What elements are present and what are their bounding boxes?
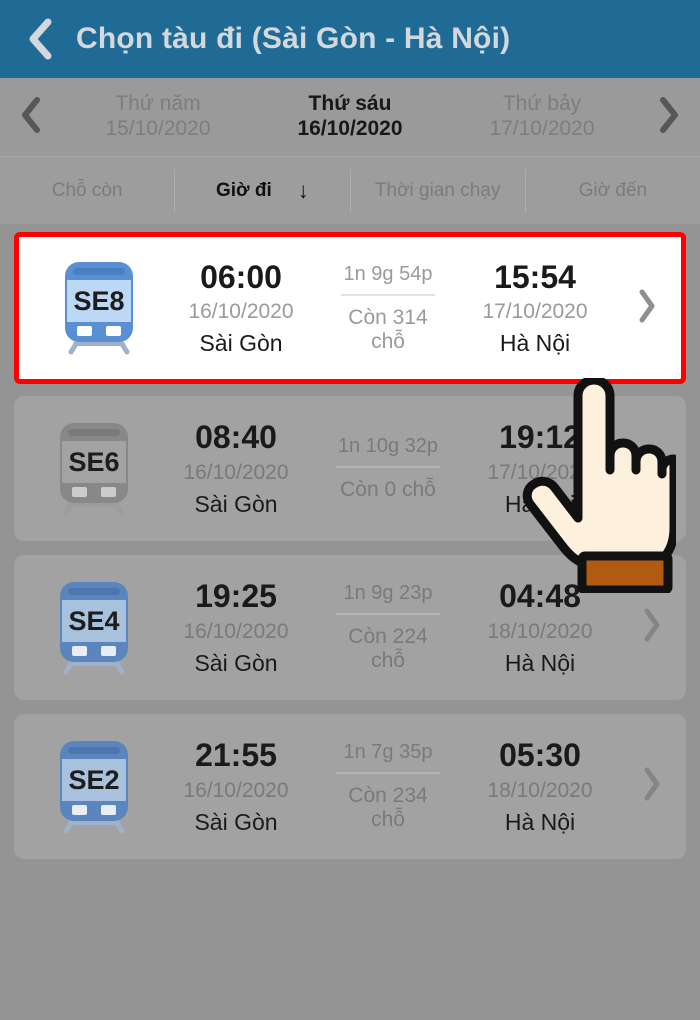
train-selection-screen: Chọn tàu đi (Sài Gòn - Hà Nội) Thứ năm 1… [0,0,700,1020]
arrival-info: 19:12 17/10/2020 Hà Nội [450,419,630,517]
chevron-right-icon [642,449,662,488]
sort-option-seats-available[interactable]: Chỗ còn [0,168,176,213]
departure-info: 08:40 16/10/2020 Sài Gòn [146,419,326,517]
train-icon: SE8 [47,253,151,363]
date-cell-dayname: Thứ bảy [502,92,582,116]
date-cell-next[interactable]: Thứ bảy 17/10/2020 [446,92,638,142]
sort-option-label: Chỗ còn [51,179,123,201]
journey-info: 1n 9g 23p Còn 224 chỗ [326,582,450,673]
departure-date: 16/10/2020 [183,778,289,802]
train-icon: SE4 [42,573,146,683]
train-card-se8[interactable]: SE8 06:00 16/10/2020 Sài Gòn 1n 9g 54p C… [14,232,686,384]
date-cell-selected[interactable]: Thứ sáu 16/10/2020 [254,92,446,142]
back-button[interactable] [20,17,60,61]
departure-time: 06:00 [200,258,282,295]
train-card-open-button[interactable] [630,608,674,647]
arrival-time: 15:54 [494,258,576,295]
train-card-se2[interactable]: SE2 21:55 16/10/2020 Sài Gòn 1n 7g 35p C… [14,714,686,859]
arrival-info: 05:30 18/10/2020 Hà Nội [450,737,630,835]
date-navigator: Thứ năm 15/10/2020 Thứ sáu 16/10/2020 Th… [0,78,700,156]
journey-info: 1n 7g 35p Còn 234 chỗ [326,741,450,832]
arrival-date: 17/10/2020 [487,460,593,484]
train-code-label: SE6 [68,447,119,477]
date-cell-date: 16/10/2020 [297,117,403,140]
seats-available: Còn 224 chỗ [348,625,428,672]
arrival-station: Hà Nội [504,649,576,676]
app-header: Chọn tàu đi (Sài Gòn - Hà Nội) [0,0,700,78]
departure-info: 21:55 16/10/2020 Sài Gòn [146,737,326,835]
chevron-right-icon [637,289,657,328]
sort-option-label: Giờ đến [578,179,648,201]
train-card-open-button[interactable] [625,289,669,328]
departure-station: Sài Gòn [199,330,283,357]
departure-station: Sài Gòn [194,808,278,835]
sort-direction-down-icon: ↓ [297,177,309,203]
departure-station: Sài Gòn [194,649,278,676]
date-cell-date: 17/10/2020 [489,117,595,140]
chevron-right-icon [642,608,662,647]
arrival-station: Hà Nội [499,330,571,357]
seats-available: Còn 314 chỗ [348,305,428,353]
sort-option-arrival-time[interactable]: Giờ đến [526,169,700,213]
arrival-time: 05:30 [499,737,581,774]
departure-date: 16/10/2020 [183,460,289,484]
chevron-left-icon [27,18,53,60]
divider [336,613,440,615]
sort-bar: Chỗ còn Giờ đi ↓ Thời gian chạy Giờ đến [0,156,700,224]
seats-available: Còn 234 chỗ [348,784,428,831]
arrival-date: 18/10/2020 [487,619,593,643]
sort-option-departure-time[interactable]: Giờ đi ↓ [175,168,351,213]
departure-date: 16/10/2020 [188,300,294,324]
journey-info: 1n 9g 54p Còn 314 chỗ [331,263,445,354]
journey-duration: 1n 9g 23p [343,582,433,604]
chevron-left-icon [20,96,42,138]
date-cell-dayname: Thứ sáu [308,92,392,116]
train-icon: SE6 [42,414,146,524]
previous-day-button[interactable] [0,78,62,156]
train-card-open-button[interactable] [630,767,674,806]
journey-duration: 1n 10g 32p [337,435,439,457]
date-cell-previous[interactable]: Thứ năm 15/10/2020 [62,92,254,142]
page-title: Chọn tàu đi (Sài Gòn - Hà Nội) [76,22,511,55]
departure-info: 19:25 16/10/2020 Sài Gòn [146,578,326,676]
arrival-station: Hà Nội [504,490,576,517]
arrival-info: 15:54 17/10/2020 Hà Nội [445,259,625,357]
arrival-time: 04:48 [499,578,581,615]
journey-info: 1n 10g 32p Còn 0 chỗ [326,435,450,502]
arrival-date: 18/10/2020 [487,778,593,802]
divider [341,293,435,296]
journey-duration: 1n 7g 35p [343,741,433,763]
train-icon: SE2 [42,732,146,842]
train-card-se4[interactable]: SE4 19:25 16/10/2020 Sài Gòn 1n 9g 23p C… [14,555,686,700]
departure-station: Sài Gòn [194,490,278,517]
journey-duration: 1n 9g 54p [343,262,433,285]
chevron-right-icon [658,96,680,138]
departure-info: 06:00 16/10/2020 Sài Gòn [151,259,331,357]
next-day-button[interactable] [638,78,700,156]
departure-date: 16/10/2020 [183,619,289,643]
seats-available: Còn 0 chỗ [340,478,436,501]
train-code-label: SE8 [73,286,124,316]
sort-option-label: Thời gian chạy [374,179,501,201]
departure-time: 21:55 [195,737,277,774]
sort-option-travel-duration[interactable]: Thời gian chạy [351,168,526,213]
train-code-label: SE2 [68,765,119,795]
arrival-date: 17/10/2020 [482,300,588,324]
chevron-right-icon [642,767,662,806]
departure-time: 08:40 [195,419,277,456]
train-code-label: SE4 [68,606,119,636]
divider [336,466,440,468]
train-list: SE8 06:00 16/10/2020 Sài Gòn 1n 9g 54p C… [0,224,700,859]
sort-option-label: Giờ đi [216,179,272,201]
arrival-info: 04:48 18/10/2020 Hà Nội [450,578,630,676]
arrival-time: 19:12 [499,419,581,456]
date-cell-dayname: Thứ năm [115,92,201,116]
date-cell-date: 15/10/2020 [105,117,211,140]
divider [336,772,440,774]
arrival-station: Hà Nội [504,808,576,835]
train-card-open-button[interactable] [630,449,674,488]
train-card-se6[interactable]: SE6 08:40 16/10/2020 Sài Gòn 1n 10g 32p … [14,396,686,541]
departure-time: 19:25 [195,578,277,615]
